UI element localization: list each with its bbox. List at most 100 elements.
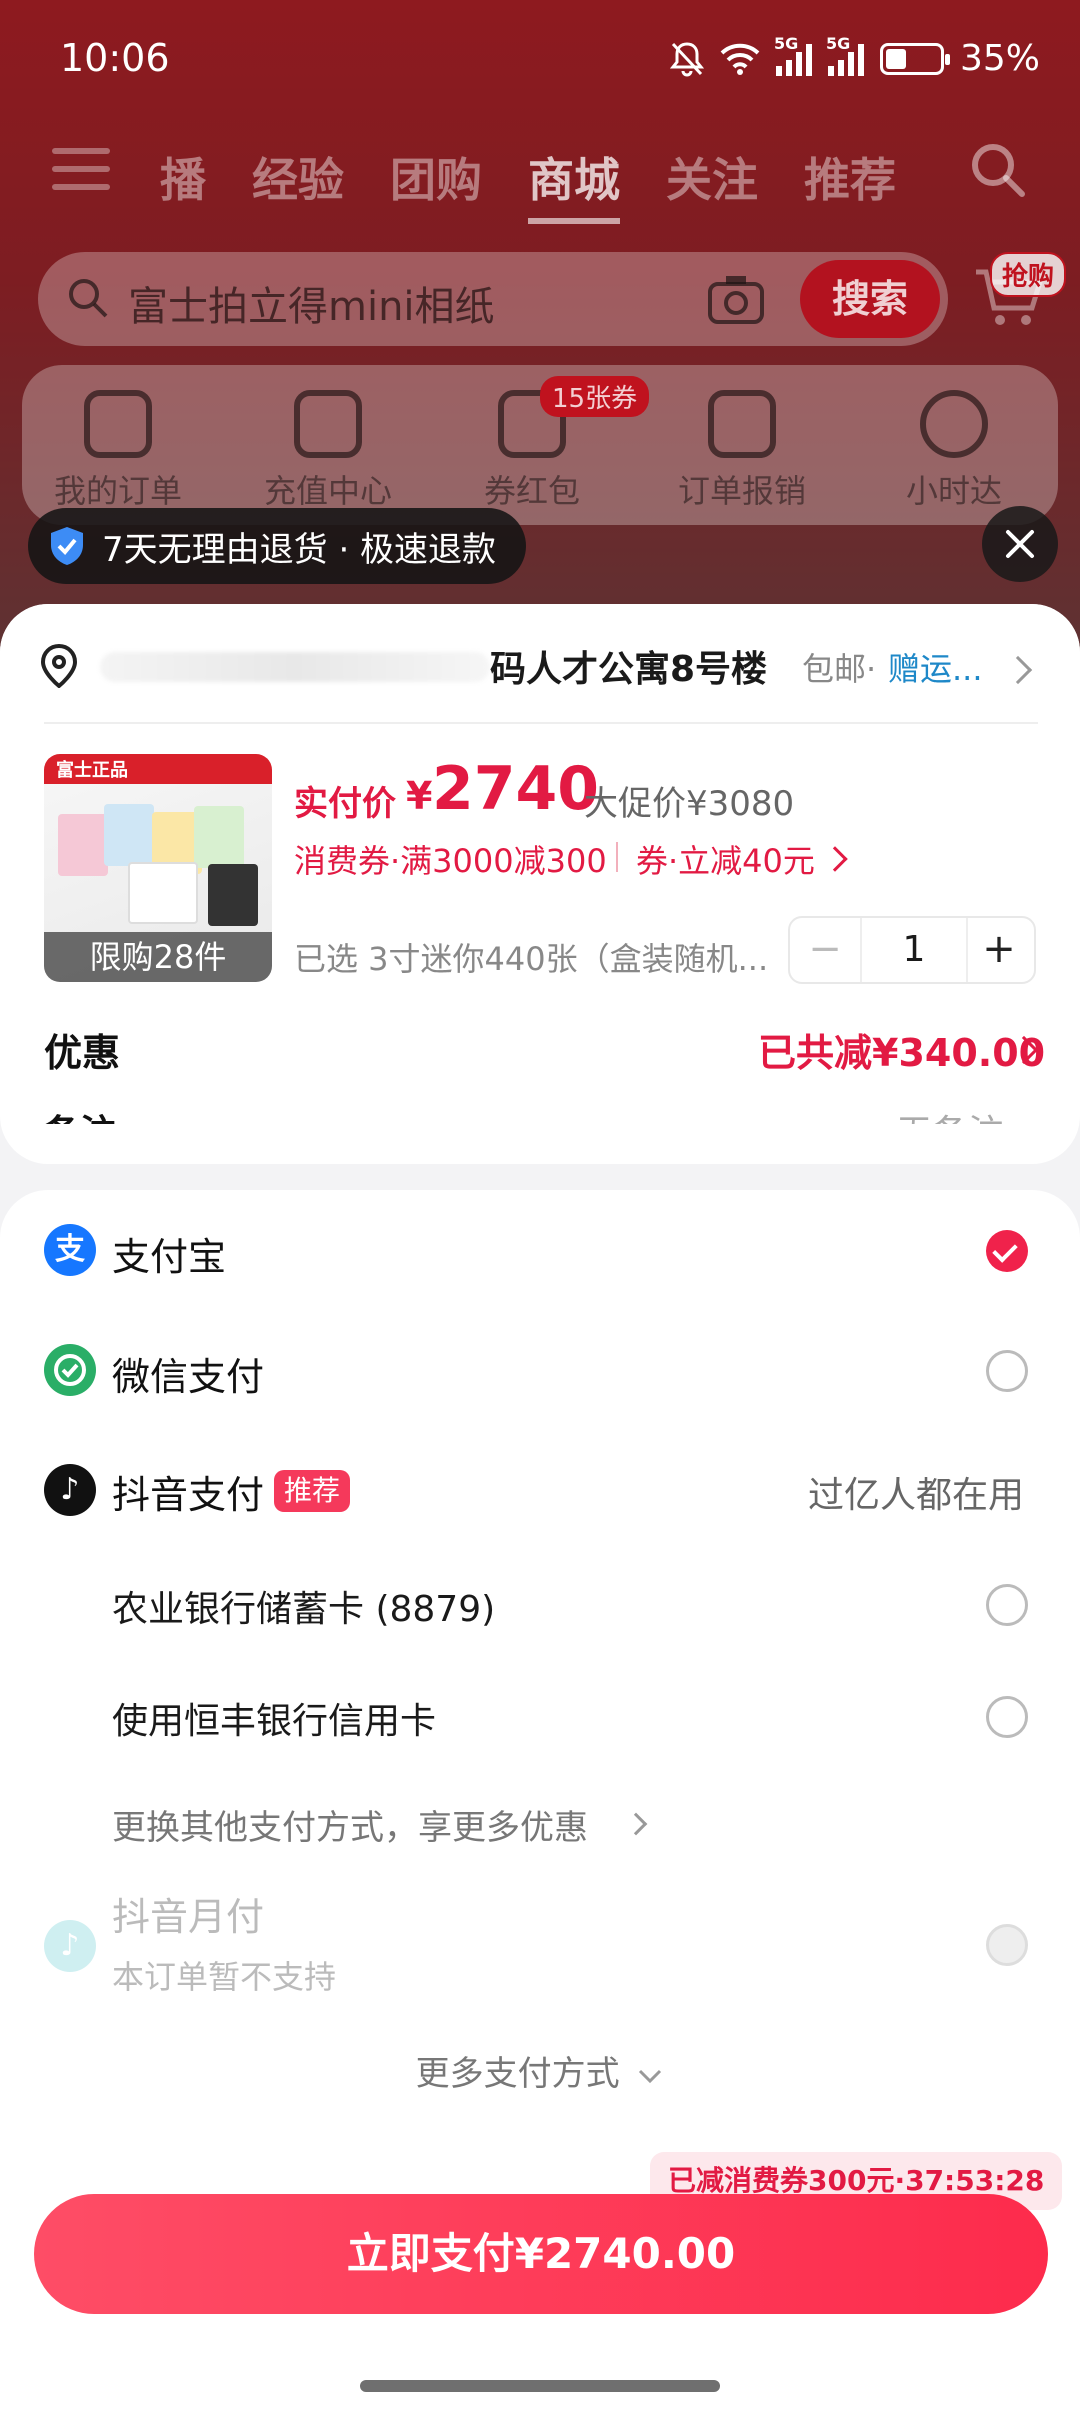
switch-payment-link[interactable]: 更换其他支付方式，享更多优惠: [0, 1774, 1080, 1874]
menu-icon[interactable]: [52, 148, 110, 194]
discount-value[interactable]: 已共减¥340.00: [758, 1022, 1045, 1077]
radio-unselected[interactable]: [986, 1696, 1028, 1738]
search-input[interactable]: 富士拍立得mini相纸: [128, 274, 495, 332]
signal-icon: 5G: [774, 34, 812, 76]
battery-icon: [879, 42, 950, 75]
quick-item-hour-delivery[interactable]: 小时达: [874, 390, 1034, 512]
orders-icon: [84, 390, 152, 458]
quick-label: 小时达: [905, 472, 1002, 510]
divider: [616, 842, 618, 872]
battery-percent: 35%: [959, 38, 1040, 79]
douyin-icon: ♪: [44, 1464, 96, 1516]
location-pin-icon: [40, 644, 78, 688]
chevron-right-icon: [1003, 655, 1033, 685]
close-icon: [1006, 530, 1034, 558]
tab-group-buy[interactable]: 团购: [390, 144, 482, 224]
quick-item-orders[interactable]: 我的订单: [38, 390, 198, 512]
tab-mall[interactable]: 商城: [528, 144, 620, 224]
search-icon: [69, 279, 108, 318]
switch-payment-text: 更换其他支付方式，享更多优惠: [112, 1808, 588, 1848]
selected-spec[interactable]: 已选 3寸迷你440张（盒装随机...: [294, 934, 768, 980]
payment-label: 支付宝: [112, 1235, 227, 1279]
chevron-down-icon: [639, 2069, 662, 2083]
recommend-badge: 推荐: [274, 1470, 351, 1512]
price-label: 实付价: [294, 784, 396, 824]
refund-toast: 7天无理由退货 · 极速退款: [28, 508, 527, 584]
product-image[interactable]: 富士正品 限购28件: [44, 754, 272, 982]
payment-option-monthly: ♪ 抖音月付 本订单暂不支持: [0, 1874, 1080, 2014]
order-card: 码人才公寓8号楼 包邮· 赠运... 富士正品 限购28件 实付价 ¥ 2740…: [0, 604, 1080, 1164]
quantity-stepper: − 1 +: [788, 916, 1036, 984]
address-row[interactable]: 码人才公寓8号楼 包邮· 赠运...: [0, 604, 1080, 722]
purchase-limit-label: 限购28件: [44, 932, 272, 982]
quick-item-reimburse[interactable]: 订单报销: [662, 390, 822, 512]
promo-price: 大促价¥3080: [584, 784, 795, 824]
tab-recommend[interactable]: 推荐: [804, 144, 896, 224]
payment-option-hengfeng-credit[interactable]: 使用恒丰银行信用卡: [0, 1662, 1080, 1774]
quick-label: 我的订单: [53, 472, 182, 510]
tab-following[interactable]: 关注: [666, 144, 758, 224]
divider: [44, 722, 1038, 724]
search-bar[interactable]: 富士拍立得mini相纸 搜索: [38, 252, 948, 346]
payment-option-alipay[interactable]: 支 支付宝: [0, 1190, 1080, 1310]
tab-bo[interactable]: 播: [160, 144, 206, 224]
camera-icon[interactable]: [706, 272, 766, 326]
payment-label: 微信支付: [112, 1355, 265, 1399]
chevron-right-icon: [624, 1812, 648, 1836]
payment-label: 抖音月付: [112, 1895, 265, 1939]
home-indicator[interactable]: [360, 2380, 720, 2392]
status-time: 10:06: [60, 36, 170, 80]
remark-label: 备注: [44, 1104, 116, 1124]
quick-item-recharge[interactable]: 充值中心: [248, 390, 408, 512]
more-payment-methods[interactable]: 更多支付方式: [0, 2046, 1080, 2126]
quantity-value[interactable]: 1: [860, 918, 968, 982]
discount-label: 优惠: [44, 1031, 121, 1075]
tab-experience[interactable]: 经验: [252, 144, 344, 224]
top-nav: 播 经验 团购 商城 关注 推荐: [0, 130, 1080, 224]
wifi-icon: [720, 43, 760, 75]
address-text: 码人才公寓8号楼: [490, 649, 768, 690]
address-blurred: [100, 652, 490, 682]
status-icons: 5G 5G 35%: [669, 34, 1040, 79]
wechat-pay-icon: [44, 1344, 96, 1396]
pay-now-button[interactable]: 立即支付¥2740.00: [34, 2194, 1048, 2314]
signal-icon-2: 5G: [826, 34, 864, 76]
nav-tabs: 播 经验 团购 商城 关注 推荐: [160, 144, 896, 224]
receipt-icon: [708, 390, 776, 458]
radio-selected[interactable]: [986, 1230, 1028, 1272]
quick-label: 充值中心: [263, 472, 392, 510]
remark-value[interactable]: 无备注: [896, 1104, 1004, 1124]
recharge-icon: [294, 390, 362, 458]
product-image-text: 富士正品: [56, 760, 128, 781]
chevron-right-icon: [822, 846, 848, 872]
payment-option-abc-debit[interactable]: 农业银行储蓄卡 (8879): [0, 1550, 1080, 1662]
remark-row-clipped: 备注 无备注: [0, 1098, 1080, 1124]
bell-off-icon: [669, 41, 704, 76]
instant-coupon[interactable]: 券·立减40元: [636, 836, 815, 882]
decrease-button[interactable]: −: [790, 918, 860, 982]
bank-card-label: 农业银行储蓄卡 (8879): [112, 1589, 496, 1630]
actual-price: 2740: [432, 754, 599, 824]
currency-symbol: ¥: [406, 774, 433, 818]
quick-label: 券红包: [483, 472, 580, 510]
checkout-sheet: 码人才公寓8号楼 包邮· 赠运... 富士正品 限购28件 实付价 ¥ 2740…: [0, 604, 1080, 2412]
consumer-coupon[interactable]: 消费券·满3000减300: [294, 836, 607, 882]
radio-unselected[interactable]: [986, 1584, 1028, 1626]
shipping-insurance-label: 赠运...: [888, 650, 983, 688]
shield-icon: [51, 527, 83, 565]
bank-card-label: 使用恒丰银行信用卡: [112, 1701, 437, 1742]
search-icon[interactable]: [968, 140, 1028, 200]
status-bar: 10:06 5G 5G 35%: [0, 0, 1080, 120]
cart-badge: 抢购: [990, 252, 1067, 297]
payment-option-douyin[interactable]: ♪ 抖音支付 推荐 过亿人都在用: [0, 1430, 1080, 1550]
shipping-label: 包邮·: [802, 650, 877, 688]
search-button[interactable]: 搜索: [800, 260, 940, 338]
more-payment-text: 更多支付方式: [0, 2046, 1080, 2095]
background-app: 10:06 5G 5G 35% 播 经验 团购 商城 关注 推荐 富士拍立得mi…: [0, 0, 1080, 700]
douyin-slogan: 过亿人都在用: [808, 1475, 1025, 1516]
payment-option-wechat[interactable]: 微信支付: [0, 1310, 1080, 1430]
radio-unselected[interactable]: [986, 1350, 1028, 1392]
alipay-icon: 支: [44, 1224, 96, 1276]
close-button[interactable]: [982, 506, 1058, 582]
increase-button[interactable]: +: [964, 918, 1034, 982]
